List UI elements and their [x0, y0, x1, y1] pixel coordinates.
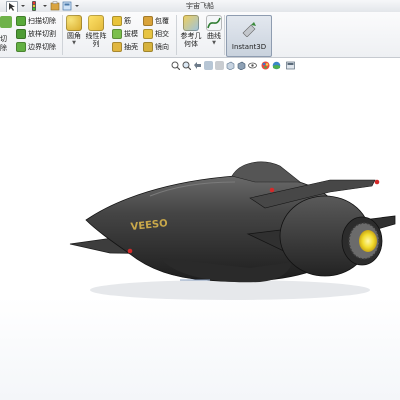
sweep-cut-button[interactable]: 扫描切除: [16, 15, 56, 26]
mirror-label: 镜向: [155, 42, 169, 51]
fillet-dropdown-icon[interactable]: ▼: [72, 40, 76, 46]
linear-pattern-icon: [88, 15, 104, 31]
instant3d-icon: [241, 21, 257, 38]
draft-icon: [112, 28, 122, 39]
boundary-cut-icon: [16, 41, 26, 52]
loft-cut-icon: [16, 28, 26, 39]
draft-label: 拔模: [124, 29, 138, 38]
loft-cut-button[interactable]: 放样切割: [16, 28, 56, 39]
window-title: 宇宙飞船: [186, 2, 214, 10]
ribbon-separator: [62, 15, 63, 55]
linear-pattern-label-line2: 列: [92, 40, 100, 48]
wrap-button[interactable]: 包覆: [143, 15, 169, 26]
fillet-icon: [66, 15, 82, 31]
instant3d-button[interactable]: Instant3D: [226, 15, 272, 57]
red-marker: [374, 179, 380, 185]
fillet-label: 圆角: [67, 32, 81, 40]
wrap-label: 包覆: [155, 16, 169, 25]
reference-geometry-button[interactable]: 参考几 何体: [179, 15, 203, 48]
reference-geometry-label-line2: 何体: [184, 40, 198, 48]
spaceship-model[interactable]: VEESO: [0, 58, 400, 400]
shell-icon: [112, 41, 122, 52]
ribbon-separator: [176, 15, 177, 55]
rib-icon: [112, 15, 122, 26]
curves-dropdown-icon[interactable]: ▼: [212, 40, 216, 46]
linear-pattern-label-line1: 线性阵: [85, 32, 107, 40]
draft-button[interactable]: 拔模: [112, 28, 138, 39]
graphics-area[interactable]: VEESO: [0, 58, 400, 400]
red-marker: [269, 187, 275, 193]
instant3d-label: Instant3D: [231, 43, 267, 51]
curves-label: 曲线: [207, 32, 221, 40]
loft-cut-label: 放样切割: [28, 29, 56, 38]
reference-geometry-icon: [183, 15, 199, 31]
curves-button[interactable]: 曲线 ▼: [205, 15, 223, 46]
sweep-cut-label: 扫描切除: [28, 16, 56, 25]
rib-button[interactable]: 筋: [112, 15, 131, 26]
red-marker: [127, 248, 133, 254]
command-manager-ribbon: 转切 除 扫描切除 放样切割 边界切除 圆角 ▼ 线性阵 列 筋 拔模 抽壳: [0, 12, 400, 58]
engine-glow: [359, 230, 377, 252]
sweep-cut-icon: [16, 15, 26, 26]
revolved-cut-icon: [0, 16, 12, 28]
mirror-icon: [143, 41, 153, 52]
wrap-icon: [143, 15, 153, 26]
revolved-cut-label-line2: 除: [0, 44, 7, 52]
curves-icon: [206, 15, 222, 31]
shell-button[interactable]: 抽壳: [112, 41, 138, 52]
revolved-cut-button[interactable]: 转切 除: [0, 16, 13, 52]
linear-pattern-button[interactable]: 线性阵 列: [85, 15, 107, 48]
fillet-button[interactable]: 圆角 ▼: [64, 15, 84, 46]
ground-shadow: [90, 280, 370, 300]
mirror-button[interactable]: 镜向: [143, 41, 169, 52]
reference-geometry-label-line1: 参考几: [180, 32, 202, 40]
intersect-button[interactable]: 相交: [143, 28, 169, 39]
shell-label: 抽壳: [124, 42, 138, 51]
boundary-cut-label: 边界切除: [28, 42, 56, 51]
ribbon-separator: [224, 15, 225, 55]
boundary-cut-button[interactable]: 边界切除: [16, 41, 56, 52]
intersect-label: 相交: [155, 29, 169, 38]
intersect-icon: [143, 28, 153, 39]
rib-label: 筋: [124, 16, 131, 25]
